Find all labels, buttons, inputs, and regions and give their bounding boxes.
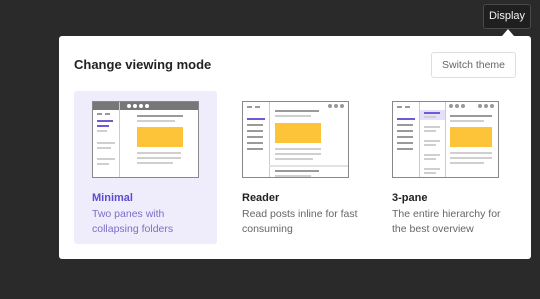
viewing-mode-popover: Change viewing mode Switch theme Minimal: [59, 36, 531, 259]
popover-title: Change viewing mode: [74, 57, 212, 72]
switch-theme-button[interactable]: Switch theme: [431, 52, 516, 78]
mode-option-reader[interactable]: Reader Read posts inline for fast consum…: [224, 91, 367, 244]
display-button[interactable]: Display: [483, 4, 531, 29]
mode-title: Minimal: [92, 192, 133, 204]
three-pane-layout-preview: [392, 101, 499, 178]
minimal-layout-preview: [92, 101, 199, 178]
reader-layout-preview: [242, 101, 349, 178]
mode-description: The entire hierarchy for the best overvi…: [392, 208, 501, 235]
popover-caret: [502, 29, 514, 36]
mode-description: Read posts inline for fast consuming: [242, 208, 358, 235]
mode-title: Reader: [242, 192, 280, 204]
mode-description: Two panes with collapsing folders: [92, 208, 174, 235]
mode-option-3-pane[interactable]: 3-pane The entire hierarchy for the best…: [374, 91, 517, 244]
mode-option-minimal[interactable]: Minimal Two panes with collapsing folder…: [74, 91, 217, 244]
mode-title: 3-pane: [392, 192, 428, 204]
